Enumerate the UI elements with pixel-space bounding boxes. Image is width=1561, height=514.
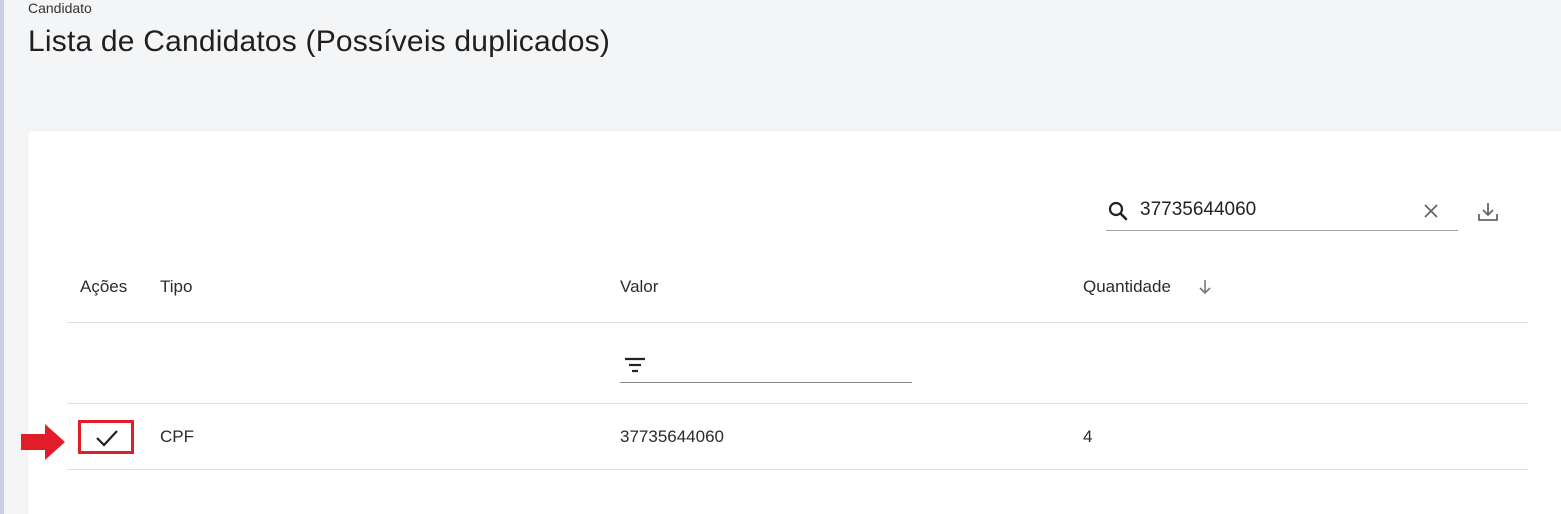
column-header-acoes: Ações	[80, 277, 128, 296]
left-rail	[0, 0, 4, 514]
cell-quantidade: 4	[1083, 427, 1093, 446]
search-field[interactable]	[1106, 191, 1458, 231]
search-icon	[1108, 201, 1128, 221]
row-divider	[67, 469, 1528, 470]
header-divider	[67, 322, 1528, 323]
valor-filter-field[interactable]	[620, 349, 912, 383]
cell-valor: 37735644060	[620, 427, 725, 446]
column-header-valor[interactable]: Valor	[620, 277, 658, 297]
select-action-button[interactable]	[78, 420, 134, 454]
filter-icon	[625, 357, 645, 373]
table-card: Ações Tipo Valor Quantidade CPF 37735644…	[28, 131, 1561, 514]
page-title: Lista de Candidatos (Possíveis duplicado…	[28, 25, 611, 58]
arrow-right-icon	[21, 424, 65, 460]
breadcrumb[interactable]: Candidato	[28, 0, 92, 16]
arrow-down-icon[interactable]	[1195, 277, 1215, 297]
close-icon[interactable]	[1419, 199, 1443, 223]
download-icon[interactable]	[1475, 199, 1501, 225]
column-header-quantidade[interactable]: Quantidade	[1083, 277, 1171, 297]
filter-divider	[67, 403, 1528, 404]
search-input[interactable]	[1140, 197, 1410, 223]
check-icon	[96, 430, 118, 447]
cell-tipo: CPF	[160, 427, 194, 446]
column-header-tipo[interactable]: Tipo	[160, 277, 192, 297]
